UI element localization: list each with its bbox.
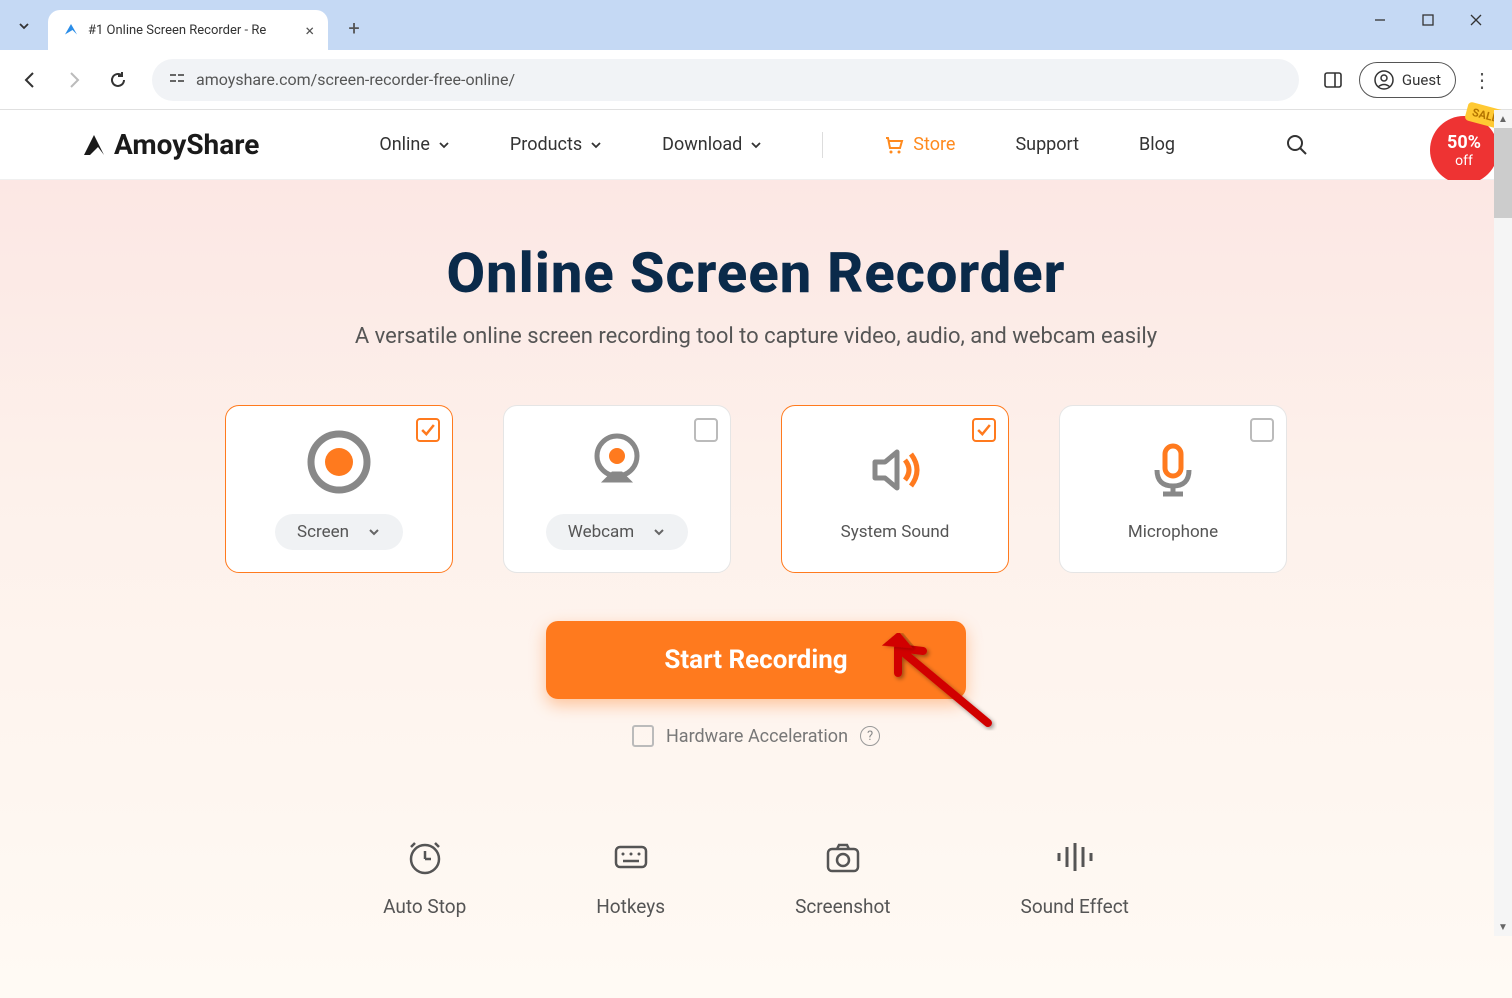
- webcam-icon: [585, 428, 649, 496]
- browser-titlebar: #1 Online Screen Recorder - Re × +: [0, 0, 1512, 50]
- window-controls: [1356, 2, 1512, 38]
- card-screen[interactable]: Screen: [225, 405, 453, 573]
- features-row: Auto Stop Hotkeys Screenshot Sound Effec…: [0, 837, 1512, 918]
- maximize-button[interactable]: [1404, 2, 1452, 38]
- checkbox-webcam[interactable]: [694, 418, 718, 442]
- card-webcam[interactable]: Webcam: [503, 405, 731, 573]
- brand-logo[interactable]: AmoyShare: [80, 128, 259, 161]
- start-recording-button[interactable]: Start Recording: [546, 621, 966, 699]
- browser-menu-button[interactable]: ⋮: [1464, 62, 1500, 98]
- chevron-down-icon: [750, 139, 762, 151]
- page-title: Online Screen Recorder: [0, 240, 1512, 306]
- checkbox-microphone[interactable]: [1250, 418, 1274, 442]
- feature-auto-stop[interactable]: Auto Stop: [383, 837, 466, 918]
- vertical-scrollbar[interactable]: ▲ ▼: [1494, 110, 1512, 936]
- reload-button[interactable]: [100, 62, 136, 98]
- minimize-button[interactable]: [1356, 2, 1404, 38]
- browser-toolbar: amoyshare.com/screen-recorder-free-onlin…: [0, 50, 1512, 110]
- brand-text: AmoyShare: [114, 128, 259, 161]
- profile-button[interactable]: Guest: [1359, 62, 1456, 98]
- nav-products[interactable]: Products: [510, 134, 602, 155]
- nav-divider: [822, 132, 823, 158]
- nav-online[interactable]: Online: [379, 134, 450, 155]
- microphone-label: Microphone: [1128, 522, 1218, 542]
- feature-screenshot[interactable]: Screenshot: [795, 837, 890, 918]
- nav-blog[interactable]: Blog: [1139, 134, 1175, 155]
- clock-icon: [405, 837, 445, 877]
- nav-download[interactable]: Download: [662, 134, 762, 155]
- user-icon: [1374, 70, 1394, 90]
- microphone-icon: [1141, 436, 1205, 504]
- sale-percent: 50%: [1447, 132, 1481, 153]
- profile-label: Guest: [1402, 71, 1441, 89]
- chevron-down-icon: [652, 525, 666, 539]
- hardware-acceleration-row: Hardware Acceleration ?: [0, 725, 1512, 747]
- record-icon: [304, 428, 374, 496]
- site-header: AmoyShare Online Products Download Store…: [0, 110, 1512, 180]
- scroll-down-arrow[interactable]: ▼: [1494, 918, 1512, 936]
- webcam-dropdown[interactable]: Webcam: [546, 514, 688, 550]
- cart-icon: [883, 134, 905, 156]
- keyboard-icon: [611, 837, 651, 877]
- scroll-thumb[interactable]: [1494, 128, 1512, 218]
- browser-tab[interactable]: #1 Online Screen Recorder - Re ×: [48, 10, 328, 50]
- hardware-acceleration-label: Hardware Acceleration: [666, 726, 848, 747]
- chevron-down-icon: [438, 139, 450, 151]
- chevron-down-icon: [590, 139, 602, 151]
- chevron-down-icon: [367, 525, 381, 539]
- site-settings-icon[interactable]: [168, 69, 186, 91]
- close-window-button[interactable]: [1452, 2, 1500, 38]
- brand-icon: [80, 131, 108, 159]
- page-subtitle: A versatile online screen recording tool…: [0, 324, 1512, 349]
- new-tab-button[interactable]: +: [338, 12, 370, 44]
- sale-off: off: [1455, 153, 1473, 169]
- page-content: Online Screen Recorder A versatile onlin…: [0, 180, 1512, 998]
- forward-button[interactable]: [56, 62, 92, 98]
- checkbox-screen[interactable]: [416, 418, 440, 442]
- search-icon: [1285, 133, 1309, 157]
- recording-options: Screen Webcam System Sound: [0, 405, 1512, 573]
- system-sound-label: System Sound: [841, 522, 950, 542]
- tab-close-icon[interactable]: ×: [305, 21, 314, 40]
- back-button[interactable]: [12, 62, 48, 98]
- checkbox-system-sound[interactable]: [972, 418, 996, 442]
- nav-store[interactable]: Store: [883, 134, 955, 156]
- camera-icon: [823, 837, 863, 877]
- speaker-icon: [863, 436, 927, 504]
- tab-search-button[interactable]: [8, 10, 40, 42]
- card-system-sound[interactable]: System Sound: [781, 405, 1009, 573]
- hardware-acceleration-checkbox[interactable]: [632, 725, 654, 747]
- nav-menu: Online Products Download Store Support B…: [379, 132, 1309, 158]
- tab-title: #1 Online Screen Recorder - Re: [88, 23, 297, 38]
- feature-hotkeys[interactable]: Hotkeys: [596, 837, 665, 918]
- soundwave-icon: [1053, 837, 1097, 877]
- favicon-icon: [62, 21, 80, 39]
- sale-badge[interactable]: SALE 50% off: [1430, 116, 1504, 190]
- help-icon[interactable]: ?: [860, 726, 880, 746]
- search-button[interactable]: [1285, 133, 1309, 157]
- side-panel-button[interactable]: [1315, 62, 1351, 98]
- card-microphone[interactable]: Microphone: [1059, 405, 1287, 573]
- address-bar[interactable]: amoyshare.com/screen-recorder-free-onlin…: [152, 59, 1299, 101]
- screen-dropdown[interactable]: Screen: [275, 514, 403, 550]
- scroll-up-arrow[interactable]: ▲: [1494, 110, 1512, 128]
- feature-sound-effect[interactable]: Sound Effect: [1021, 837, 1129, 918]
- nav-support[interactable]: Support: [1015, 134, 1079, 155]
- url-text: amoyshare.com/screen-recorder-free-onlin…: [196, 70, 515, 89]
